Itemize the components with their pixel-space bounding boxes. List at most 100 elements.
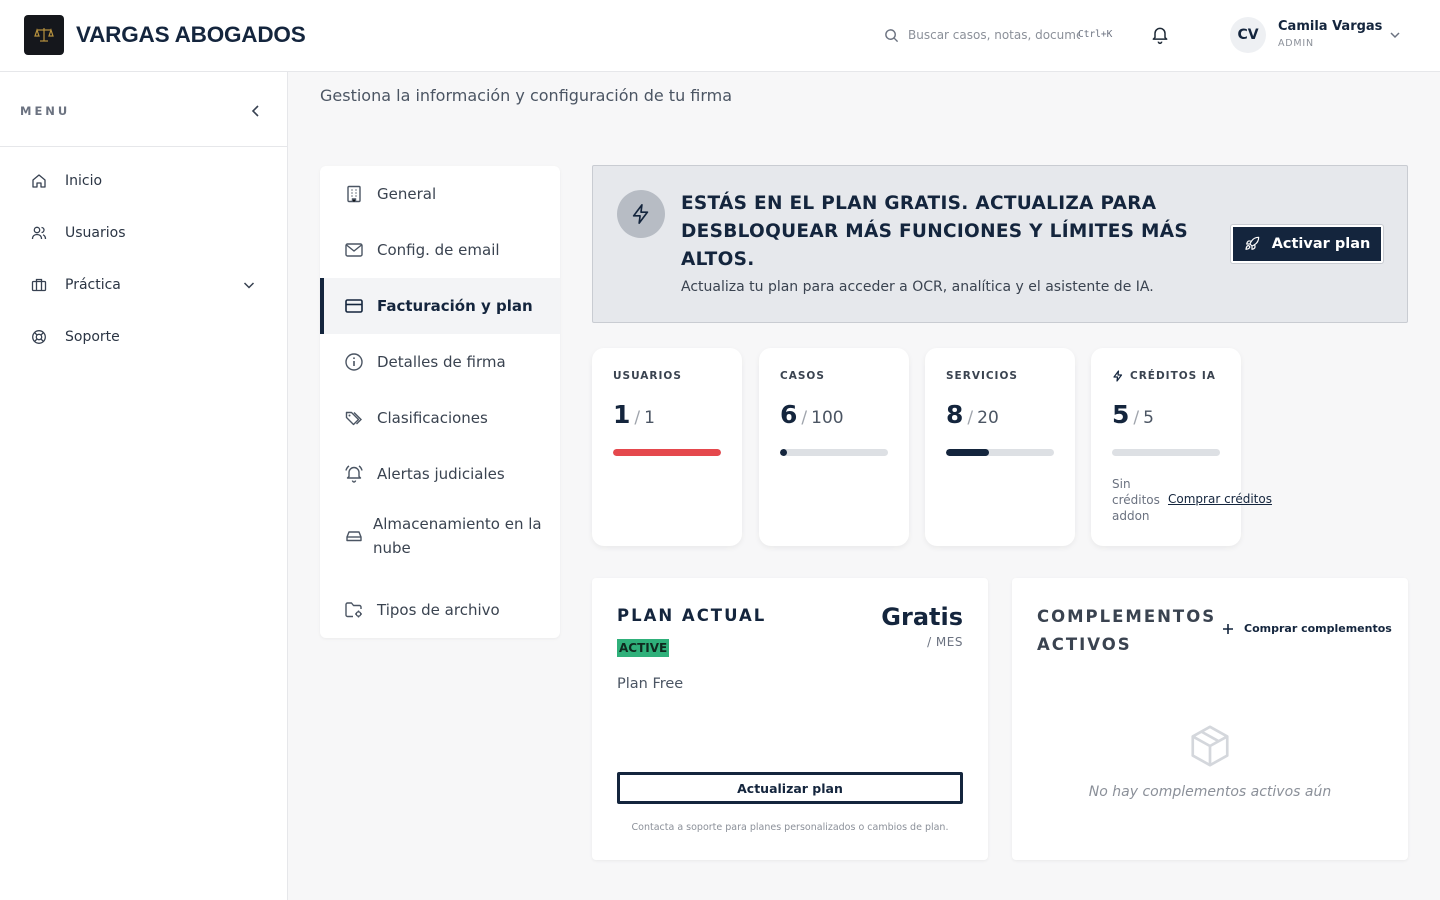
buy-credits-link[interactable]: Comprar créditos <box>1168 492 1272 506</box>
chevron-down-icon <box>1390 32 1400 39</box>
stat-value: 5/5 <box>1112 400 1154 429</box>
hard-drive-icon <box>344 526 364 546</box>
banner-description: Actualiza tu plan para acceder a OCR, an… <box>681 279 1154 295</box>
sidebar-item-label: Soporte <box>65 329 120 345</box>
banner-title: ESTÁS EN EL PLAN GRATIS. ACTUALIZA PARA … <box>681 193 1188 270</box>
chevron-left-icon <box>251 105 259 117</box>
sidebar-item-practica[interactable]: Práctica <box>20 267 268 303</box>
global-search[interactable]: Buscar casos, notas, documentos... Ctrl+… <box>872 19 1128 53</box>
stat-label: USUARIOS <box>613 370 682 382</box>
activate-plan-button[interactable]: Activar plan <box>1231 225 1383 263</box>
top-header: VARGAS ABOGADOS Buscar casos, notas, doc… <box>0 0 1440 72</box>
stat-card-casos: CASOS 6/100 <box>759 348 909 546</box>
plan-footer-note: Contacta a soporte para planes personali… <box>631 822 949 833</box>
settings-item-general[interactable]: General <box>320 166 560 222</box>
sidebar: MENU Inicio Usuarios Práctica Soporte <box>0 72 288 900</box>
addon-credits-note: Sin créditos addon <box>1112 477 1160 523</box>
page-subtitle: Gestiona la información y configuración … <box>320 86 733 105</box>
rocket-icon <box>1245 236 1259 250</box>
lightning-icon <box>1113 370 1123 382</box>
plan-period: / MES <box>927 635 963 649</box>
settings-item-firm-details[interactable]: Detalles de firma <box>320 334 560 390</box>
notifications-button[interactable] <box>1150 25 1170 45</box>
usage-bar <box>1112 449 1220 456</box>
stat-label: CASOS <box>780 370 825 382</box>
home-icon <box>31 173 49 189</box>
settings-item-cloud-storage[interactable]: Almacenamiento en la nube <box>320 508 560 564</box>
sidebar-item-inicio[interactable]: Inicio <box>20 163 268 199</box>
settings-item-judicial-alerts[interactable]: Alertas judiciales <box>320 446 560 502</box>
sidebar-item-soporte[interactable]: Soporte <box>20 319 268 355</box>
usage-fill <box>613 449 721 456</box>
sidebar-item-usuarios[interactable]: Usuarios <box>20 215 268 251</box>
user-menu-toggle[interactable] <box>1389 29 1401 41</box>
settings-menu: General Config. de email Facturación y p… <box>320 166 560 638</box>
complements-title: COMPLEMENTOS ACTIVOS <box>1037 607 1217 654</box>
package-icon <box>1187 723 1233 769</box>
lifebuoy-icon <box>31 329 49 345</box>
stat-card-servicios: SERVICIOS 8/20 <box>925 348 1075 546</box>
bell-icon <box>1152 27 1168 45</box>
stat-card-creditos-ia: CRÉDITOS IA 5/5 Sin créditos addon Compr… <box>1091 348 1272 546</box>
sidebar-item-label: Inicio <box>65 173 103 189</box>
settings-item-classifications[interactable]: Clasificaciones <box>320 390 560 446</box>
menu-divider <box>0 146 288 147</box>
update-plan-button[interactable]: Actualizar plan <box>617 772 963 804</box>
stat-label: SERVICIOS <box>946 370 1018 382</box>
settings-item-billing[interactable]: Facturación y plan <box>320 278 560 334</box>
search-input[interactable]: Buscar casos, notas, documentos... <box>908 28 1080 42</box>
settings-item-label: General <box>377 185 437 203</box>
building-icon <box>344 184 364 204</box>
chevron-down-icon[interactable] <box>242 278 256 292</box>
mail-icon <box>344 240 364 260</box>
menu-label: MENU <box>20 104 71 118</box>
credit-card-icon <box>344 296 364 316</box>
active-complements-card: COMPLEMENTOS ACTIVOS Comprar complemento… <box>1012 578 1408 860</box>
buy-complements-label: Comprar complementos <box>1244 622 1392 635</box>
user-name[interactable]: Camila Vargas <box>1278 19 1382 34</box>
usage-bar <box>613 449 721 456</box>
usage-fill <box>780 449 787 456</box>
settings-item-label: Almacenamiento en la nube <box>373 515 542 557</box>
settings-item-email[interactable]: Config. de email <box>320 222 560 278</box>
folder-cog-icon <box>344 600 364 620</box>
stat-label: CRÉDITOS IA <box>1112 370 1216 382</box>
plus-icon <box>1223 623 1233 634</box>
bell-ring-icon <box>344 464 364 484</box>
upgrade-banner: ESTÁS EN EL PLAN GRATIS. ACTUALIZA PARA … <box>592 165 1408 323</box>
sidebar-item-label: Práctica <box>65 277 121 293</box>
settings-item-label: Config. de email <box>377 241 500 259</box>
usage-bar <box>780 449 888 456</box>
sidebar-item-label: Usuarios <box>65 225 126 241</box>
plan-price: Gratis <box>881 603 963 631</box>
search-shortcut: Ctrl+K <box>1078 29 1113 40</box>
settings-item-label: Detalles de firma <box>377 353 506 371</box>
settings-item-label: Facturación y plan <box>377 297 533 315</box>
plan-title: PLAN ACTUAL <box>617 606 767 625</box>
scales-icon <box>34 28 54 42</box>
firm-logo[interactable] <box>24 15 64 55</box>
status-badge: ACTIVE <box>617 639 670 657</box>
usage-fill <box>946 449 990 456</box>
buy-complements-button[interactable]: Comprar complementos <box>1222 622 1392 635</box>
current-plan-card: PLAN ACTUAL ACTIVE Gratis / MES Plan Fre… <box>592 578 988 860</box>
settings-item-file-types[interactable]: Tipos de archivo <box>320 582 560 638</box>
plan-name: Plan Free <box>617 676 684 692</box>
user-avatar[interactable]: CV <box>1230 17 1266 53</box>
search-icon <box>885 29 899 43</box>
settings-item-label: Clasificaciones <box>377 409 488 427</box>
user-role: ADMIN <box>1278 38 1314 49</box>
collapse-sidebar-button[interactable] <box>249 104 263 118</box>
stat-value: 6/100 <box>780 400 844 429</box>
lightning-icon <box>617 190 665 238</box>
stat-value: 8/20 <box>946 400 999 429</box>
usage-bar <box>946 449 1054 456</box>
brand-name[interactable]: VARGAS ABOGADOS <box>76 22 306 48</box>
activate-plan-label: Activar plan <box>1271 236 1371 252</box>
settings-item-label: Alertas judiciales <box>377 465 505 483</box>
info-icon <box>344 352 364 372</box>
stat-card-usuarios: USUARIOS 1/1 <box>592 348 742 546</box>
tags-icon <box>344 408 364 428</box>
empty-state-text: No hay complementos activos aún <box>1088 784 1332 800</box>
briefcase-icon <box>31 277 49 293</box>
